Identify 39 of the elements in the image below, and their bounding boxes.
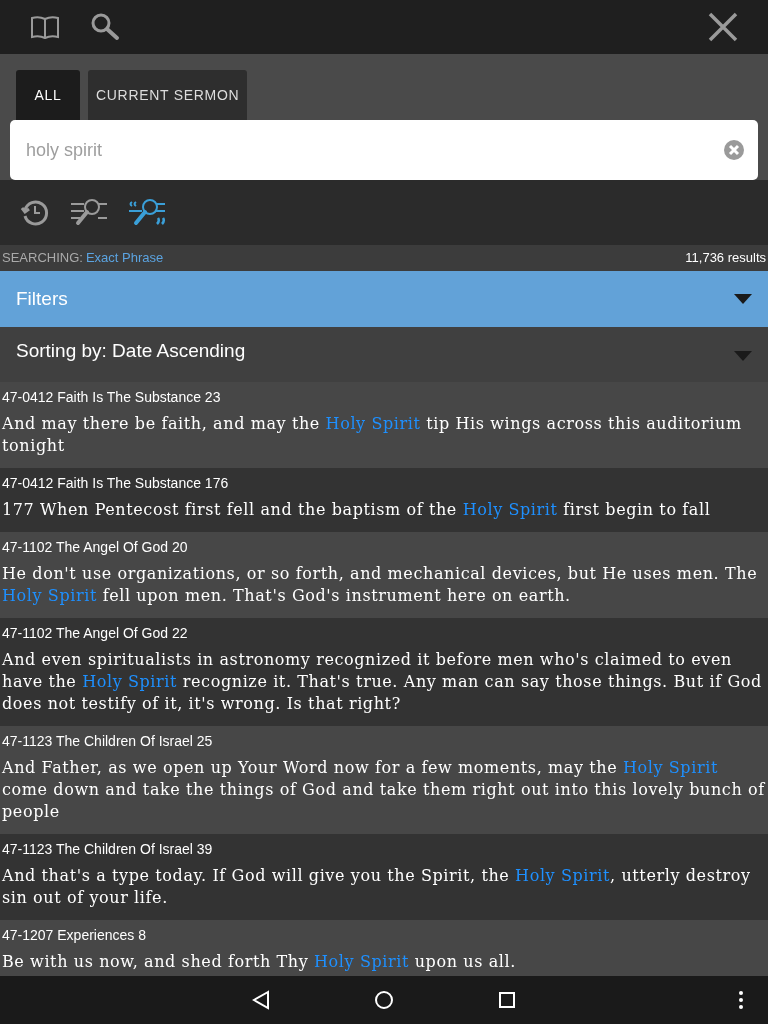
result-text: Be with us now, and shed forth Thy Holy Spirit upon us all. (2, 951, 517, 973)
filters-label: Filters (16, 286, 69, 311)
searching-label: SEARCHING: (2, 249, 83, 268)
result-reference: 47-1102 The Angel Of God 22 (2, 624, 189, 643)
sort-dropdown[interactable]: Sorting by: Date Ascending (0, 327, 768, 382)
result-reference: 47-0412 Faith Is The Substance 176 (2, 474, 230, 493)
recents-icon[interactable] (498, 991, 516, 1009)
dropdown-icon (734, 351, 752, 361)
home-icon[interactable] (374, 990, 394, 1010)
result-card[interactable]: 47-0412 Faith Is The Substance 23 And may there be faith, and may the Holy Spirit tip His wings across this auditorium tonight (0, 382, 768, 468)
result-card[interactable]: 47-1207 Experiences 8 Be with us now, and shed forth Thy Holy Spirit upon us all. (0, 920, 768, 976)
back-icon[interactable] (252, 990, 270, 1010)
result-text: He don't use organizations, or so forth, and mechanical devices, but He uses men. The Holy Spirit fell upon men. That's God's instrument here on earth. (2, 563, 759, 607)
result-card[interactable]: 47-1102 The Angel Of God 20 He don't use organizations, or so forth, and mechanical devices, but He uses men. The Holy Spirit fell upon men. That's God's instrument here on earth. (0, 532, 768, 618)
result-text: And that's a type today. If God will give you the Spirit, the Holy Spirit, utterly destroy sin out of your life. (2, 865, 752, 909)
result-text: And even spiritualists in astronomy recognized it before men who's claimed to even have the Holy Spirit recognize it. That's true. Any man can say those things. But if God does not testify of it, it's wrong. Is that right? (2, 649, 763, 715)
result-text: And Father, as we open up Your Word now for a few moments, may the Holy Spirit come down and take the things of God and take them right out into this lovely bunch of people (2, 757, 766, 823)
result-reference: 47-1123 The Children Of Israel 39 (2, 840, 214, 859)
more-icon[interactable] (738, 990, 744, 1010)
tab[interactable]: CURRENT SERMON (88, 70, 248, 120)
search-icon[interactable] (90, 13, 120, 41)
book-icon[interactable] (30, 15, 60, 39)
result-reference: 47-1102 The Angel Of God 20 (2, 538, 189, 557)
result-card[interactable]: 47-0412 Faith Is The Substance 176 177 When Pentecost first fell and the baptism of the Holy Spirit first begin to fall (0, 468, 768, 532)
result-text: And may there be faith, and may the Holy Spirit tip His wings across this auditorium tonight (2, 413, 743, 457)
result-reference: 47-1123 The Children Of Israel 25 (2, 732, 214, 751)
search-quotes-icon[interactable] (128, 197, 166, 228)
result-reference: 47-0412 Faith Is The Substance 23 (2, 388, 222, 407)
result-count: 11,736 results (685, 249, 766, 268)
sort-label: Sorting by: Date Ascending (16, 339, 247, 363)
history-icon[interactable] (20, 197, 50, 228)
clear-icon[interactable] (723, 139, 745, 161)
close-icon[interactable] (708, 12, 738, 42)
tab[interactable]: ALL (16, 70, 80, 120)
result-reference: 47-1207 Experiences 8 (2, 926, 147, 945)
search-lines-icon[interactable] (70, 197, 108, 228)
result-card[interactable]: 47-1123 The Children Of Israel 39 And that's a type today. If God will give you the Spirit, the Holy Spirit, utterly destroy sin out of your life. (0, 834, 768, 920)
search-mode-link[interactable]: Exact Phrase (85, 248, 164, 268)
result-text: 177 When Pentecost first fell and the baptism of the Holy Spirit first begin to fall (2, 499, 712, 521)
